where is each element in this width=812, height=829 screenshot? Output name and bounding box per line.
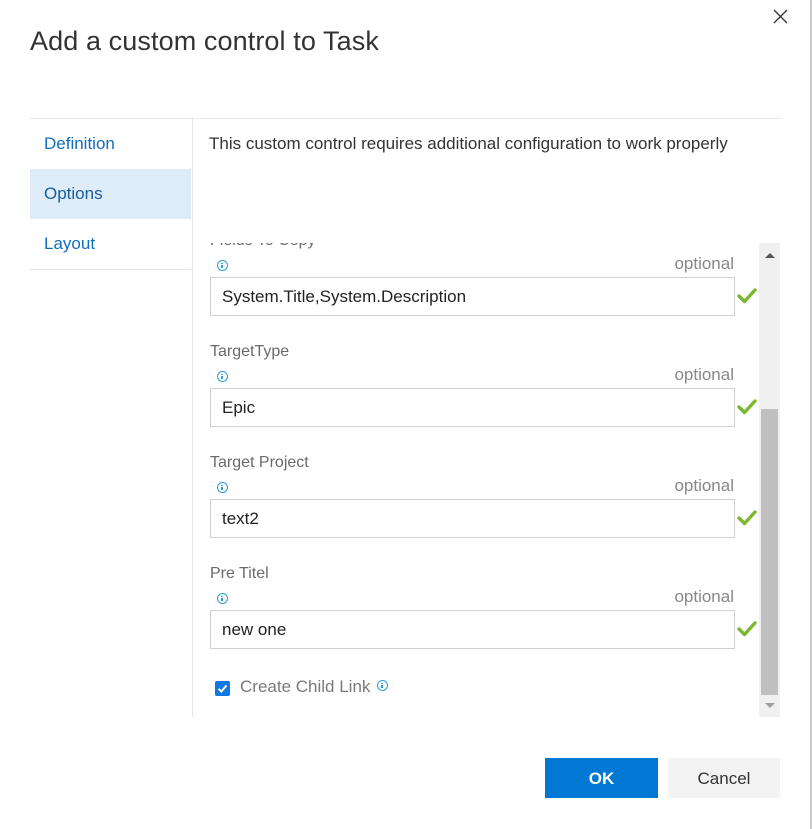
nav-item-options[interactable]: Options: [30, 169, 191, 219]
cancel-button[interactable]: Cancel: [668, 758, 780, 798]
optional-label: optional: [674, 476, 734, 495]
close-button[interactable]: [771, 7, 791, 27]
scrollbar-thumb[interactable]: [761, 409, 778, 695]
options-scroll-area: Fields To Copy optional TargetType optio…: [193, 243, 759, 716]
checkmark-icon: [737, 510, 757, 526]
field-label: TargetType: [210, 343, 290, 360]
checkmark-icon: [737, 621, 757, 637]
checkmark-icon: [737, 288, 757, 304]
dialog-title: Add a custom control to Task: [30, 26, 379, 56]
info-icon[interactable]: [217, 371, 228, 382]
field-label: Target Project: [210, 454, 309, 471]
field-target-type: TargetType optional: [193, 342, 759, 453]
create-child-link-label[interactable]: Create Child Link: [240, 677, 370, 697]
checkbox-check-icon: [217, 684, 228, 693]
pre-titel-input[interactable]: [210, 610, 735, 649]
scroll-down-arrow-icon[interactable]: [765, 703, 775, 708]
config-message: This custom control requires additional …: [209, 134, 728, 153]
nav-item-definition[interactable]: Definition: [30, 119, 191, 169]
target-type-input[interactable]: [210, 388, 735, 427]
scroll-up-arrow-icon[interactable]: [765, 253, 775, 258]
info-icon[interactable]: [217, 260, 228, 271]
field-pre-titel: Pre Titel optional: [193, 564, 759, 675]
optional-label: optional: [674, 365, 734, 384]
fields-to-copy-input[interactable]: [210, 277, 735, 316]
create-child-link-row: Create Child Link: [193, 675, 759, 705]
vertical-scrollbar[interactable]: [759, 243, 780, 717]
field-fields-to-copy: Fields To Copy optional: [193, 243, 759, 342]
optional-label: optional: [674, 587, 734, 606]
checkmark-icon: [737, 399, 757, 415]
info-icon[interactable]: [377, 680, 388, 691]
info-icon[interactable]: [217, 482, 228, 493]
optional-label: optional: [674, 254, 734, 273]
close-icon: [773, 9, 788, 24]
create-child-link-checkbox[interactable]: [215, 681, 230, 696]
info-icon[interactable]: [217, 593, 228, 604]
side-nav: Definition Options Layout: [30, 119, 191, 270]
ok-button[interactable]: OK: [545, 758, 658, 798]
target-project-input[interactable]: [210, 499, 735, 538]
nav-item-layout[interactable]: Layout: [30, 219, 191, 269]
field-label: Fields To Copy: [210, 243, 316, 250]
field-target-project: Target Project optional: [193, 453, 759, 564]
field-label: Pre Titel: [210, 565, 269, 582]
nav-bottom-divider: [30, 269, 191, 270]
